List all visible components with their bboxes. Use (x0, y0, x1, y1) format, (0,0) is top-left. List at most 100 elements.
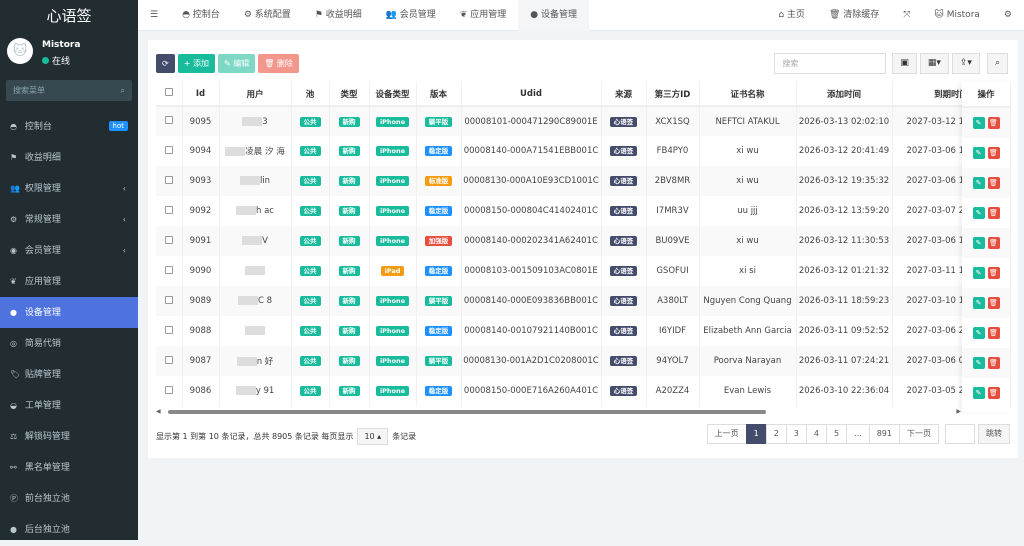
clear-cache-button[interactable]: 🗑 清除缓存 (817, 0, 891, 31)
row-delete-button[interactable]: 🗑 (987, 207, 1000, 219)
tab-1[interactable]: ⚙ 系统配置 (232, 0, 303, 31)
select-all-checkbox[interactable] (156, 82, 183, 107)
row-checkbox[interactable] (156, 316, 183, 346)
row-delete-button[interactable]: 🗑 (987, 387, 1000, 399)
table-row[interactable]: 9091 V 公共 新购 iPhone 加强版 00008140-0002023… (156, 226, 1011, 256)
toggle-view-button[interactable]: ▣ (892, 53, 917, 74)
row-edit-button[interactable]: ✎ (972, 177, 985, 189)
row-checkbox[interactable] (156, 226, 183, 256)
row-edit-button[interactable]: ✎ (972, 237, 985, 249)
tab-0[interactable]: ◓ 控制台 (170, 0, 232, 31)
sidebar-item-7[interactable]: ◎ 简易代销 (0, 328, 138, 359)
sidebar-item-9[interactable]: ◒ 工单管理 (0, 390, 138, 421)
tab-4[interactable]: ❦ 应用管理 (448, 0, 518, 31)
fullscreen-button[interactable]: ⤧ (891, 0, 922, 31)
sidebar-item-3[interactable]: ⚙ 常规管理 ‹ (0, 204, 138, 235)
row-checkbox[interactable] (156, 106, 183, 136)
page-button[interactable]: 1 (745, 424, 767, 444)
advanced-search-button[interactable]: ⌕ (986, 53, 1008, 74)
row-delete-button[interactable]: 🗑 (987, 357, 1000, 369)
sidebar-item-6[interactable]: ● 设备管理 (0, 297, 138, 328)
user-menu[interactable]: 🐱 Mistora (922, 0, 991, 31)
page-button[interactable]: 4 (805, 424, 827, 444)
menu-search-input[interactable]: 搜索菜单 ⌕ (6, 80, 132, 101)
page-button[interactable]: 3 (785, 424, 807, 444)
table-search-input[interactable]: 搜索 (774, 53, 887, 74)
row-edit-button[interactable]: ✎ (972, 207, 985, 219)
row-edit-button[interactable]: ✎ (972, 297, 985, 309)
column-header[interactable]: 池 (291, 82, 330, 107)
column-header[interactable]: 添加时间 (796, 82, 893, 107)
tab-5[interactable]: ● 设备管理 (518, 0, 589, 31)
table-row[interactable]: 9088 公共 新购 iPhone 稳定版 00008140-001079211… (156, 316, 1011, 346)
row-checkbox[interactable] (156, 256, 183, 286)
edit-button[interactable]: ✎ 编辑 (217, 54, 256, 73)
sidebar-toggle-button[interactable]: ☰ (138, 0, 170, 31)
page-button[interactable]: ... (846, 424, 870, 444)
settings-button[interactable]: ⚙ (992, 0, 1024, 31)
page-size-select[interactable]: 10 ▴ (357, 428, 389, 445)
column-header[interactable]: 第三方ID (646, 82, 700, 107)
table-row[interactable]: 9087 n 好 公共 新购 iPhone 躺平版 00008130-001A2… (156, 346, 1011, 376)
sidebar-item-5[interactable]: ❦ 应用管理 (0, 266, 138, 297)
row-checkbox[interactable] (156, 376, 183, 406)
jump-page-input[interactable] (945, 424, 975, 444)
row-edit-button[interactable]: ✎ (972, 357, 985, 369)
row-edit-button[interactable]: ✎ (972, 117, 985, 129)
add-button[interactable]: + 添加 (177, 54, 215, 73)
table-row[interactable]: 9094 凌晨 汐 海 公共 新购 iPhone 稳定版 00008140-00… (156, 136, 1011, 166)
row-delete-button[interactable]: 🗑 (987, 177, 1000, 189)
table-row[interactable]: 9089 C 8 公共 新购 iPhone 躺平版 00008140-000E0… (156, 286, 1011, 316)
row-edit-button[interactable]: ✎ (972, 147, 985, 159)
row-delete-button[interactable]: 🗑 (987, 327, 1000, 339)
row-checkbox[interactable] (156, 346, 183, 376)
row-checkbox[interactable] (156, 136, 183, 166)
sidebar-item-0[interactable]: ◓ 控制台 hot (0, 111, 138, 142)
tab-3[interactable]: 👥 会员管理 (374, 0, 448, 31)
page-button[interactable]: 2 (765, 424, 787, 444)
jump-button[interactable]: 跳转 (978, 424, 1010, 444)
row-edit-button[interactable]: ✎ (972, 327, 985, 339)
scrollbar-thumb[interactable] (168, 410, 766, 414)
sidebar-item-8[interactable]: 🏷 贴牌管理 (0, 359, 138, 390)
row-checkbox[interactable] (156, 286, 183, 316)
delete-button[interactable]: 🗑 删除 (258, 54, 299, 73)
row-delete-button[interactable]: 🗑 (987, 117, 1000, 129)
export-dropdown[interactable]: ⇪▾ (951, 53, 980, 74)
column-header[interactable]: Udid (461, 82, 602, 107)
row-delete-button[interactable]: 🗑 (987, 297, 1000, 309)
table-row[interactable]: 9090 公共 新购 iPad 稳定版 00008103-001509103AC… (156, 256, 1011, 286)
column-header[interactable]: 版本 (416, 82, 462, 107)
page-button[interactable]: 891 (868, 424, 900, 444)
columns-dropdown[interactable]: ▦▾ (919, 53, 949, 74)
refresh-button[interactable]: ⟳ (156, 54, 175, 73)
row-checkbox[interactable] (156, 166, 183, 196)
row-delete-button[interactable]: 🗑 (987, 147, 1000, 159)
sidebar-item-11[interactable]: ⚯ 黑名单管理 (0, 452, 138, 483)
sidebar-item-12[interactable]: Ⓟ 前台独立池 (0, 483, 138, 514)
row-delete-button[interactable]: 🗑 (987, 237, 1000, 249)
tab-2[interactable]: ⚑ 收益明细 (303, 0, 374, 31)
sidebar-item-4[interactable]: ◉ 会员管理 ‹ (0, 235, 138, 266)
row-edit-button[interactable]: ✎ (972, 387, 985, 399)
sidebar-item-2[interactable]: 👥 权限管理 ‹ (0, 173, 138, 204)
column-header[interactable]: 用户 (219, 82, 292, 107)
column-header[interactable]: Id (182, 82, 220, 107)
home-link[interactable]: ⌂ 主页 (766, 0, 817, 31)
column-header[interactable]: 设备类型 (369, 82, 417, 107)
sidebar-item-10[interactable]: ⚖ 解锁码管理 (0, 421, 138, 452)
table-row[interactable]: 9093 lin 公共 新购 iPhone 标准版 00008130-000A1… (156, 166, 1011, 196)
table-row[interactable]: 9086 y 91 公共 新购 iPhone 稳定版 00008150-000E… (156, 376, 1011, 406)
row-edit-button[interactable]: ✎ (972, 267, 985, 279)
table-row[interactable]: 9095 3 公共 新购 iPhone 躺平版 00008101-0004712… (156, 106, 1011, 136)
column-header[interactable]: 来源 (601, 82, 647, 107)
prev-page-button[interactable]: 上一页 (706, 424, 747, 444)
next-page-button[interactable]: 下一页 (899, 424, 939, 444)
table-row[interactable]: 9092 h ac 公共 新购 iPhone 稳定版 00008150-0008… (156, 196, 1011, 226)
page-button[interactable]: 5 (825, 424, 848, 444)
row-delete-button[interactable]: 🗑 (987, 267, 1000, 279)
horizontal-scrollbar[interactable]: ◀ ▶ (156, 408, 961, 416)
row-checkbox[interactable] (156, 196, 183, 226)
column-header[interactable]: 证书名称 (699, 82, 797, 107)
sidebar-item-13[interactable]: ● 后台独立池 (0, 514, 138, 545)
